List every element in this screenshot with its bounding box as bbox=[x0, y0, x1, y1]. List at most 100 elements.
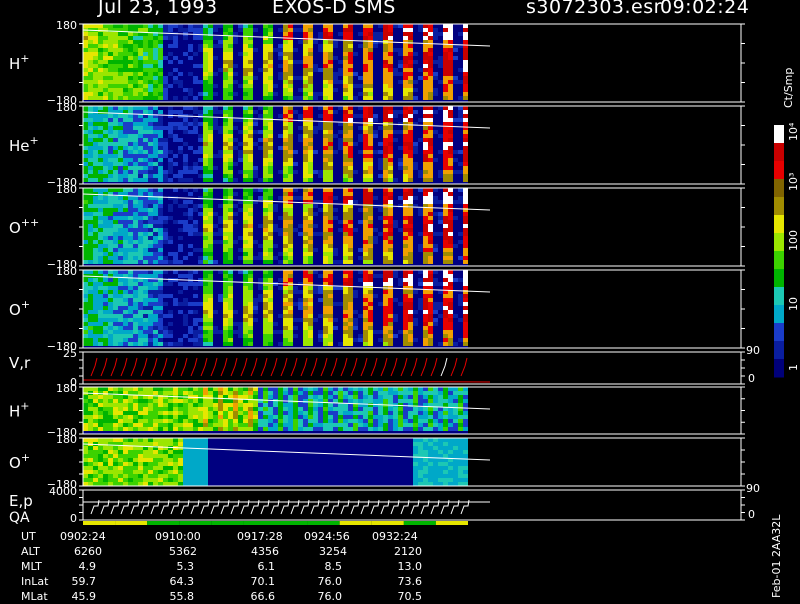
spectrogram-cell bbox=[153, 224, 158, 228]
spectrogram-cell bbox=[113, 224, 118, 228]
spectrogram-cell bbox=[118, 196, 123, 200]
spectrogram-cell bbox=[288, 174, 293, 178]
spectrogram-cell bbox=[463, 270, 468, 274]
y-axis-max-label: 180 bbox=[56, 19, 77, 32]
spectrogram-cell bbox=[123, 138, 128, 142]
spectrogram-cell bbox=[283, 224, 288, 228]
spectrogram-cell bbox=[133, 178, 138, 182]
spectrogram-cell bbox=[433, 92, 438, 96]
spectrogram-cell bbox=[288, 395, 293, 399]
spectrogram-cell bbox=[118, 310, 123, 314]
spectrogram-cell bbox=[243, 240, 248, 244]
spectrogram-cell bbox=[133, 403, 138, 407]
spectrogram-cell bbox=[413, 322, 418, 326]
spectrogram-cell bbox=[193, 24, 198, 28]
spectrogram-cell bbox=[178, 236, 183, 240]
spectrogram-cell bbox=[168, 170, 173, 174]
spectrogram-cell bbox=[328, 154, 333, 158]
spectrogram-cell bbox=[413, 411, 418, 415]
spectrogram-cell bbox=[88, 334, 93, 338]
spectrogram-cell bbox=[343, 338, 348, 342]
spectrogram-cell bbox=[388, 138, 393, 142]
spectrogram-cell bbox=[248, 286, 253, 290]
spectrogram-cell bbox=[443, 248, 448, 252]
spectrogram-cell bbox=[178, 399, 183, 403]
spectrogram-cell bbox=[163, 282, 168, 286]
spectrogram-cell bbox=[448, 310, 453, 314]
spectrogram-cell bbox=[248, 68, 253, 72]
spectrogram-cell bbox=[283, 395, 288, 399]
spectrogram-cell bbox=[103, 298, 108, 302]
spectrogram-cell bbox=[208, 256, 213, 260]
spectrogram-cell bbox=[368, 150, 373, 154]
spectrogram-cell bbox=[278, 286, 283, 290]
spectrogram-cell bbox=[443, 146, 448, 150]
spectrogram-cell bbox=[128, 72, 133, 76]
spectrogram-cell bbox=[443, 330, 448, 334]
spectrogram-cell bbox=[348, 306, 353, 310]
velocity-trace bbox=[361, 358, 367, 376]
spectrogram-cell bbox=[198, 32, 203, 36]
spectrogram-cell bbox=[98, 286, 103, 290]
spectrogram-cell bbox=[148, 290, 153, 294]
spectrogram-cell bbox=[193, 170, 198, 174]
spectrogram-cell bbox=[338, 415, 343, 419]
spectrogram-cell bbox=[103, 52, 108, 56]
spectrogram-cell bbox=[193, 106, 198, 110]
spectrogram-cell bbox=[428, 28, 433, 32]
spectrogram-cell bbox=[203, 138, 208, 142]
spectrogram-cell bbox=[108, 244, 113, 248]
panel-label-charge: + bbox=[30, 134, 39, 147]
spectrogram-cell bbox=[363, 236, 368, 240]
spectrogram-cell bbox=[263, 64, 268, 68]
spectrogram-cell bbox=[153, 192, 158, 196]
spectrogram-cell bbox=[283, 318, 288, 322]
spectrogram-cell bbox=[288, 110, 293, 114]
spectrogram-cell bbox=[323, 204, 328, 208]
spectrogram-cell bbox=[263, 36, 268, 40]
spectrogram-cell bbox=[403, 80, 408, 84]
spectrogram-cell bbox=[288, 24, 293, 28]
spectrogram-cell bbox=[303, 294, 308, 298]
spectrogram-cell bbox=[133, 40, 138, 44]
spectrogram-cell bbox=[308, 142, 313, 146]
spectrogram-cell bbox=[233, 403, 238, 407]
spectrogram-cell bbox=[293, 28, 298, 32]
spectrogram-cell bbox=[288, 290, 293, 294]
spectrogram-cell bbox=[183, 220, 188, 224]
spectrogram-cell bbox=[103, 130, 108, 134]
spectrogram-cell bbox=[443, 56, 448, 60]
spectrogram-cell bbox=[153, 274, 158, 278]
spectrogram-cell bbox=[193, 204, 198, 208]
spectrogram-cell bbox=[403, 232, 408, 236]
spectrogram-cell bbox=[388, 212, 393, 216]
spectrogram-cell bbox=[118, 32, 123, 36]
spectrogram-cell bbox=[308, 322, 313, 326]
spectrogram-cell bbox=[383, 326, 388, 330]
spectrogram-cell bbox=[413, 419, 418, 423]
spectrogram-cell bbox=[243, 72, 248, 76]
spectrogram-cell bbox=[303, 338, 308, 342]
spectrogram-cell bbox=[223, 232, 228, 236]
spectrogram-cell bbox=[388, 158, 393, 162]
spectrogram-cell bbox=[388, 294, 393, 298]
spectrogram-cell bbox=[148, 334, 153, 338]
spectrogram-cell bbox=[248, 342, 253, 346]
spectrogram-cell bbox=[113, 411, 118, 415]
spectrogram-cell bbox=[288, 166, 293, 170]
spectrogram-cell bbox=[308, 244, 313, 248]
spectrogram-cell bbox=[208, 224, 213, 228]
spectrogram-cell bbox=[113, 72, 118, 76]
spectrogram-cell bbox=[398, 52, 403, 56]
spectrogram-cell bbox=[453, 278, 458, 282]
spectrogram-cell bbox=[368, 44, 373, 48]
spectrogram-cell bbox=[108, 248, 113, 252]
spectrogram-cell bbox=[428, 318, 433, 322]
spectrogram-cell bbox=[423, 162, 428, 166]
spectrogram-cell bbox=[433, 427, 438, 431]
spectrogram-cell bbox=[288, 106, 293, 110]
spectrogram-cell bbox=[323, 76, 328, 80]
spectrogram-cell bbox=[143, 248, 148, 252]
spectrogram-cell bbox=[368, 306, 373, 310]
spectrogram-cell bbox=[118, 36, 123, 40]
